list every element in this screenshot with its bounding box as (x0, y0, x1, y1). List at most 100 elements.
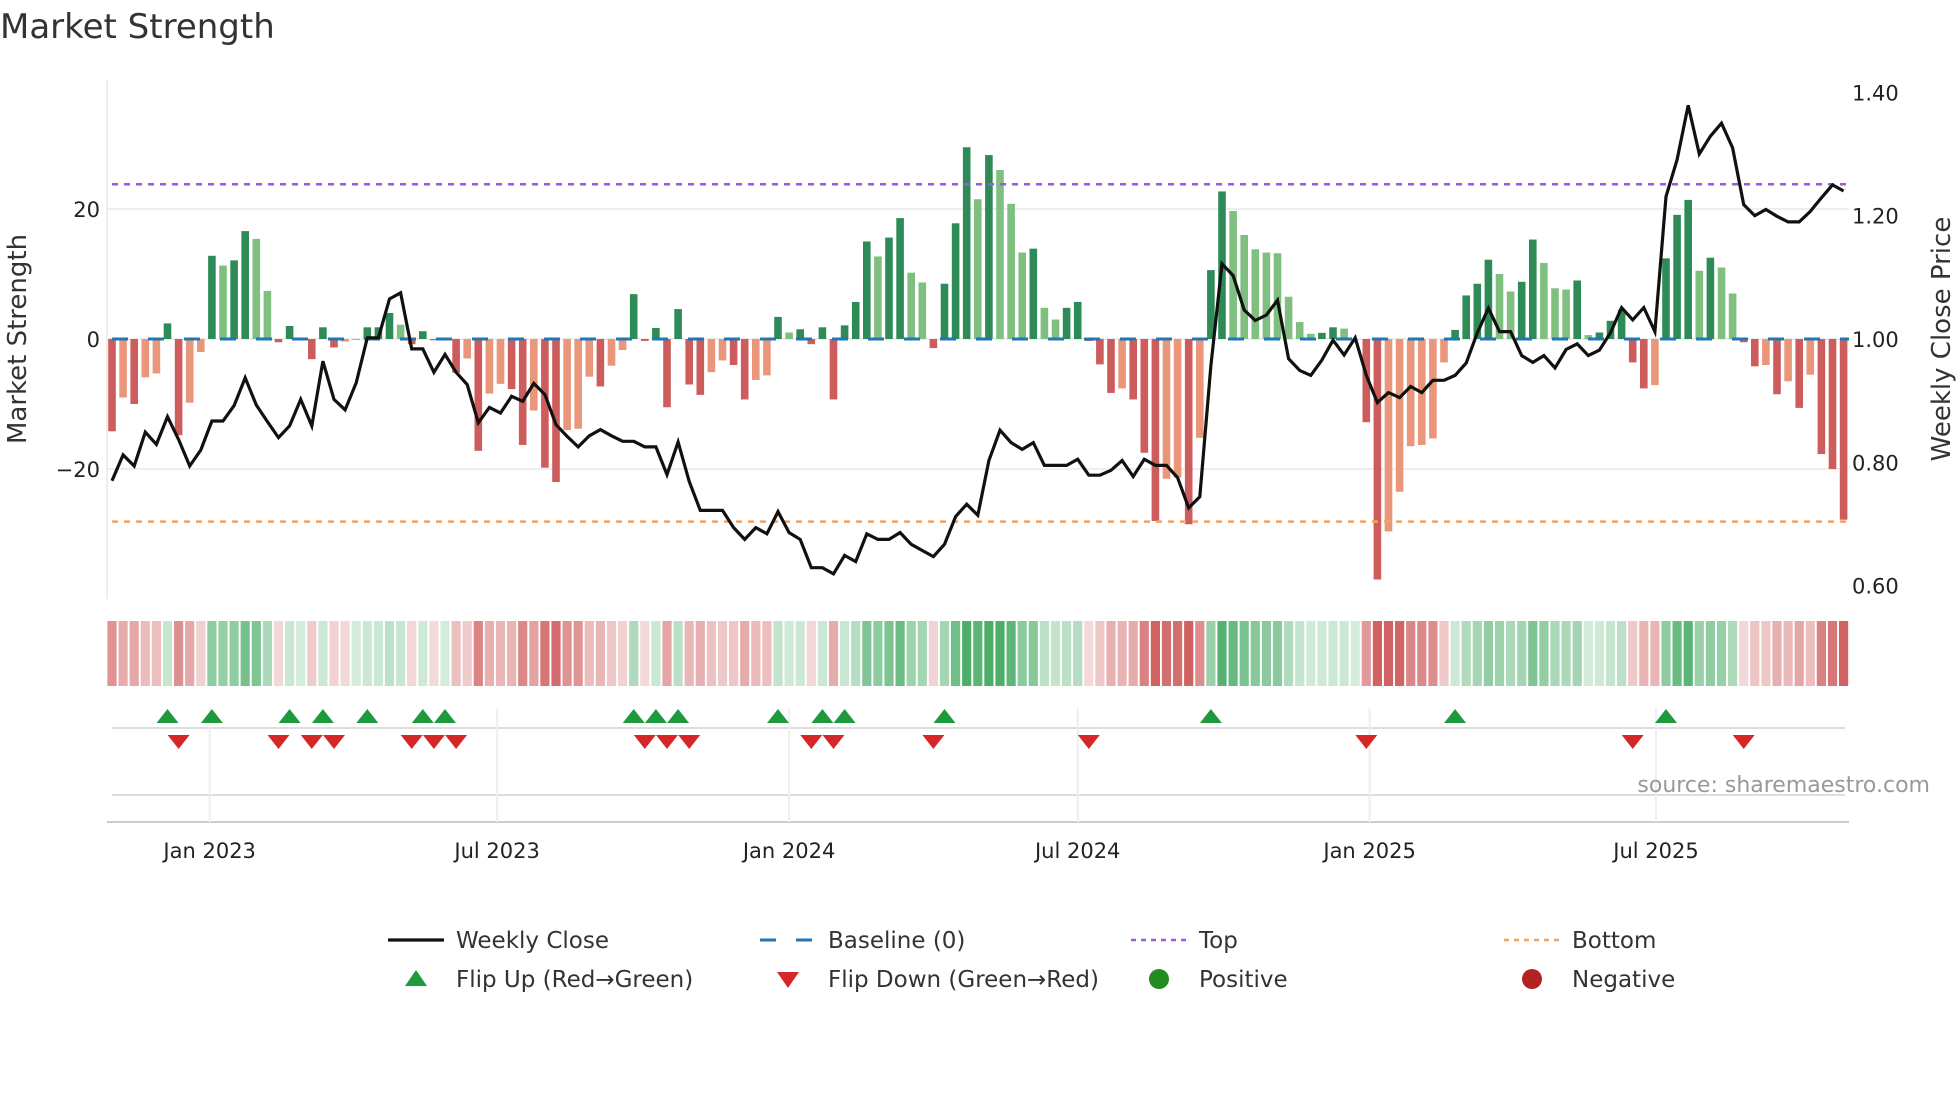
flip-down-icon (777, 972, 799, 988)
y-tick-label: −20 (56, 458, 100, 482)
flip-down-marker (1621, 735, 1644, 749)
strip-cell (229, 621, 239, 686)
strength-bar (230, 260, 238, 339)
flip-down-marker (267, 735, 290, 749)
flip-up-marker (356, 709, 379, 723)
strength-bar (1262, 252, 1271, 339)
strip-cell (1139, 621, 1149, 686)
strip-cell (1594, 621, 1604, 686)
strip-cell (1783, 621, 1793, 686)
strip-cell (373, 621, 383, 686)
strength-bar (119, 339, 127, 398)
strip-cell (751, 621, 761, 686)
strength-bar (1040, 307, 1049, 339)
strip-cell (740, 621, 750, 686)
legend-label: Weekly Close (456, 928, 609, 954)
flip-up-marker (933, 709, 956, 723)
strip-cell (906, 621, 916, 686)
strip-cell (1794, 621, 1804, 686)
strip-cell (1328, 621, 1338, 686)
strip-cell (873, 621, 883, 686)
strip-cell (495, 621, 506, 686)
flip-up-marker (1199, 709, 1222, 723)
strength-bar (851, 301, 860, 339)
strength-bar (707, 339, 716, 373)
strength-bar (641, 339, 649, 341)
strength-bar (141, 339, 150, 378)
legend: Weekly Close Baseline (0) Top Bottom Flip Up… (388, 928, 1675, 993)
flip-down-marker (1077, 735, 1100, 749)
strength-bar (1440, 339, 1448, 363)
strength-bar (496, 339, 505, 384)
strength-bar (1628, 339, 1637, 363)
flip-up-marker (767, 709, 789, 723)
strip-cell (1417, 621, 1427, 686)
strip-cell (1494, 621, 1505, 686)
strip-cell (1605, 621, 1616, 686)
strength-bar (552, 339, 560, 482)
strip-cell (1295, 621, 1305, 686)
strip-cell (151, 621, 161, 686)
strength-bar (1007, 203, 1015, 339)
flip-up-marker (156, 709, 179, 723)
strip-cell (573, 621, 583, 686)
strength-bar (319, 327, 327, 339)
strip-cell (1173, 621, 1183, 686)
strength-bar (563, 339, 571, 430)
strip-cell (729, 621, 739, 686)
strength-bar (219, 265, 227, 339)
strength-bar (929, 339, 938, 349)
strip-cell (695, 621, 705, 686)
x-tick-label: Jul 2024 (1033, 839, 1120, 863)
strength-bar (1329, 327, 1337, 339)
strength-bar (1373, 339, 1382, 580)
strength-bar (174, 339, 183, 436)
strength-bar (774, 316, 782, 339)
strength-bar (1751, 339, 1759, 367)
y-tick-label: 20 (73, 198, 100, 222)
strip-cell (1106, 621, 1116, 686)
strength-bar (663, 339, 671, 408)
strength-bar (1573, 280, 1581, 339)
flip-up-marker (411, 709, 434, 723)
flip-down-marker (1732, 735, 1755, 749)
strip-cell (1039, 621, 1049, 686)
strength-bar (396, 324, 405, 339)
strip-cell (429, 621, 439, 686)
strength-bar (1284, 296, 1293, 339)
strip-cell (973, 621, 983, 686)
flip-down-marker (922, 735, 945, 749)
strength-bar (718, 339, 727, 361)
strength-bar (163, 323, 172, 339)
legend-label: Positive (1199, 967, 1288, 993)
strip-cell (1772, 621, 1782, 686)
flip-down-marker (800, 735, 823, 749)
strength-bar (1096, 339, 1104, 365)
strip-cell (1639, 621, 1649, 686)
strip-cell (396, 621, 406, 686)
strength-bar (1562, 289, 1570, 339)
strip-cell (451, 621, 461, 686)
strength-bar (996, 170, 1004, 339)
strip-cell (1161, 621, 1172, 686)
strength-bar (352, 339, 360, 340)
strength-bar (1151, 339, 1160, 521)
flip-down-marker (633, 735, 656, 749)
strip-cell (1716, 621, 1727, 686)
strip-cell (884, 621, 894, 686)
strength-bar (1140, 339, 1149, 453)
strip-cell (1461, 621, 1471, 686)
strip-cell (1006, 621, 1016, 686)
strength-bar (152, 339, 161, 374)
legend-label: Baseline (0) (828, 928, 965, 954)
flip-up-marker (434, 709, 456, 723)
strip-cell (1528, 621, 1538, 686)
strength-bar (108, 339, 116, 432)
strength-bar (1129, 339, 1137, 400)
legend-label: Flip Down (Green→Red) (828, 967, 1099, 993)
strip-cell (351, 621, 361, 686)
strip-cell (640, 621, 650, 686)
strip-cell (484, 621, 494, 686)
strength-bar (1695, 270, 1704, 339)
strip-cell (285, 621, 295, 686)
